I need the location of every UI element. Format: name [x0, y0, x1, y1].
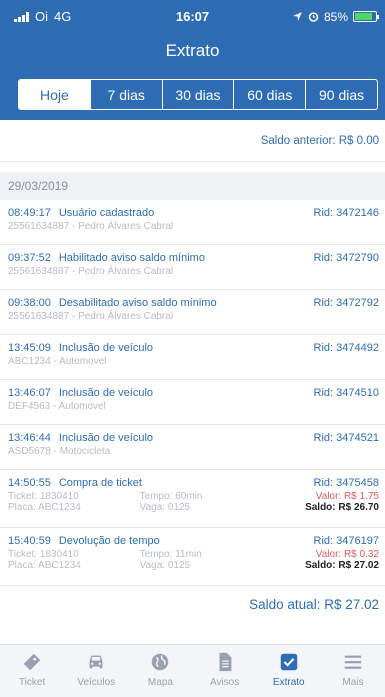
tab-60-dias[interactable]: 60 dias [233, 80, 305, 109]
entry-rid: Rid: 3472792 [313, 297, 379, 309]
tab-7-dias[interactable]: 7 dias [89, 80, 162, 109]
network-label: 4G [54, 9, 72, 24]
tabbar-mais[interactable]: Mais [321, 645, 385, 697]
menu-icon [344, 655, 362, 669]
ticket-placa: Placa: ABC1234 [8, 560, 81, 571]
entry-rid: Rid: 3474510 [313, 387, 379, 399]
ticket-number: Ticket: 1830410 [8, 549, 79, 560]
tab-bar: Ticket Veículos Mapa Avisos Extrato Mais [0, 644, 385, 697]
entry-rid: Rid: 3475458 [313, 477, 379, 489]
status-time: 16:07 [175, 9, 210, 24]
alarm-icon [308, 12, 319, 22]
entry-time: 13:46:07 [8, 387, 51, 399]
date-header: 29/03/2019 [0, 172, 385, 200]
entry-rid: Rid: 3476197 [313, 535, 379, 547]
period-selector-wrap: Hoje 7 dias 30 dias 60 dias 90 dias [0, 69, 385, 120]
ticket-saldo: Saldo: R$ 26.70 [305, 502, 379, 513]
period-selector: Hoje 7 dias 30 dias 60 dias 90 dias [18, 79, 378, 110]
ticket-vaga: Vaga: 0125 [139, 560, 191, 571]
current-balance: Saldo atual: R$ 27.02 [249, 597, 379, 612]
battery-percent: 85% [323, 9, 348, 24]
entry-subtitle: ASD5678 - Motocicleta [8, 446, 111, 457]
list-item[interactable]: 13:45:09 Inclusão de veículo Rid: 3474492 … [0, 335, 385, 380]
entry-subtitle: 25561634887 - Pedro Álvares Cabral [8, 221, 174, 232]
tab-30-dias[interactable]: 30 dias [161, 80, 234, 109]
signal-icon [14, 11, 29, 22]
entry-time: 09:37:52 [8, 252, 51, 264]
tabbar-mapa[interactable]: Mapa [128, 645, 192, 697]
entry-title: Habilitado aviso saldo mínimo [58, 252, 205, 264]
entry-rid: Rid: 3474521 [313, 432, 379, 444]
entry-time: 14:50:55 [8, 477, 51, 489]
previous-balance: Saldo anterior: R$ 0.00 [0, 120, 385, 162]
entry-title: Inclusão de veículo [58, 342, 153, 354]
entry-title: Devolução de tempo [58, 535, 160, 547]
entry-title: Inclusão de veículo [58, 387, 153, 399]
list-item[interactable]: 13:46:07 Inclusão de veículo Rid: 3474510 … [0, 380, 385, 425]
list-item[interactable]: 08:49:17 Usuário cadastrado Rid: 3472146 2… [0, 200, 385, 245]
car-icon [89, 655, 103, 669]
ticket-valor: Valor: R$ 0.32 [315, 549, 379, 560]
list-item[interactable]: 13:46:44 Inclusão de veículo Rid: 3474521 … [0, 425, 385, 470]
checkbox-icon [280, 653, 298, 671]
ticket-saldo: Saldo: R$ 27.02 [305, 560, 379, 571]
entry-title: Desabilitado aviso saldo mínimo [58, 297, 217, 309]
ticket-item[interactable]: 14:50:55 Compra de ticket Rid: 3475458 Tic… [0, 470, 385, 528]
list-item[interactable]: 09:37:52 Habilitado aviso saldo mínimo Rid… [0, 245, 385, 290]
tabbar-label: Avisos [209, 677, 240, 688]
status-bar: Oi 4G 16:07 85% [0, 0, 385, 33]
tabbar-label: Ticket [18, 677, 46, 688]
status-left: Oi 4G [14, 9, 71, 24]
ticket-valor: Valor: R$ 1.75 [315, 491, 379, 502]
ticket-placa: Placa: ABC1234 [8, 502, 81, 513]
tabbar-ticket[interactable]: Ticket [0, 645, 64, 697]
entry-subtitle: 25561634887 - Pedro Álvares Cabral [8, 311, 174, 322]
entry-rid: Rid: 3474492 [313, 342, 379, 354]
page-title: Extrato [0, 33, 385, 69]
entry-title: Inclusão de veículo [58, 432, 153, 444]
tabbar-label: Extrato [272, 677, 305, 688]
entry-time: 13:45:09 [8, 342, 51, 354]
tabbar-label: Mais [342, 677, 364, 688]
tabbar-avisos[interactable]: Avisos [193, 645, 257, 697]
tab-90-dias[interactable]: 90 dias [305, 80, 377, 109]
entry-title: Usuário cadastrado [58, 207, 155, 219]
entry-subtitle: DEF4563 - Automovel [8, 401, 106, 412]
battery-fill [355, 13, 372, 20]
status-right: 85% [292, 9, 379, 24]
tabbar-label: Mapa [147, 677, 173, 688]
ticket-vaga: Vaga: 0125 [139, 502, 191, 513]
tabbar-extrato[interactable]: Extrato [257, 645, 321, 697]
tab-hoje[interactable]: Hoje [19, 80, 90, 109]
entry-subtitle: ABC1234 - Automovel [8, 356, 107, 367]
entry-rid: Rid: 3472790 [313, 252, 379, 264]
ticket-item[interactable]: 15:40:59 Devolução de tempo Rid: 3476197 T… [0, 528, 385, 586]
entry-subtitle: 25561634887 - Pedro Álvares Cabral [8, 266, 174, 277]
entry-rid: Rid: 3472146 [313, 207, 379, 219]
entry-title: Compra de ticket [58, 477, 142, 489]
entry-time: 08:49:17 [8, 207, 51, 219]
statement-list: 08:49:17 Usuário cadastrado Rid: 3472146 2… [0, 200, 385, 586]
document-icon [219, 652, 232, 672]
ticket-icon [23, 653, 41, 671]
location-arrow-icon [293, 12, 302, 21]
entry-time: 15:40:59 [8, 535, 51, 547]
battery-icon [353, 11, 379, 22]
entry-time: 09:38:00 [8, 297, 51, 309]
ticket-tempo: Tempo: 11min [139, 549, 202, 560]
list-item[interactable]: 09:38:00 Desabilitado aviso saldo mínimo R… [0, 290, 385, 335]
globe-icon [152, 653, 169, 671]
tabbar-veiculos[interactable]: Veículos [64, 645, 128, 697]
ticket-tempo: Tempo: 60min [139, 491, 203, 502]
tabbar-label: Veículos [77, 677, 116, 688]
carrier-label: Oi [35, 9, 48, 24]
entry-time: 13:46:44 [8, 432, 51, 444]
ticket-number: Ticket: 1830410 [8, 491, 79, 502]
